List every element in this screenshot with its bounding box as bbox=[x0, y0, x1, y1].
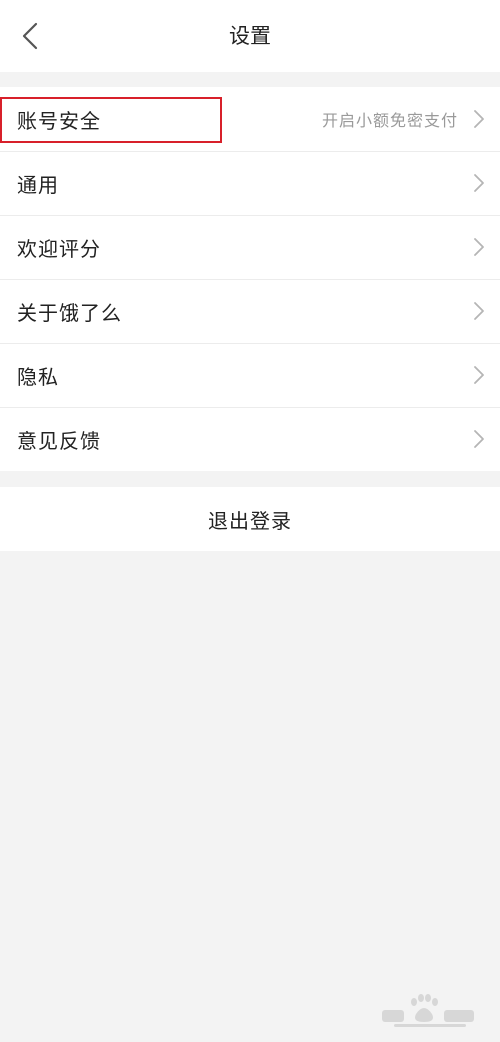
menu-item-privacy[interactable]: 隐私 bbox=[0, 343, 500, 407]
menu-item-label: 账号安全 bbox=[17, 108, 101, 133]
settings-menu: 账号安全 开启小额免密支付 通用 欢迎评分 关于饿了么 隐私 意见反馈 bbox=[0, 87, 500, 471]
chevron-right-icon bbox=[472, 365, 486, 385]
baidu-paw-logo bbox=[382, 994, 474, 1027]
menu-item-rate-app[interactable]: 欢迎评分 bbox=[0, 215, 500, 279]
chevron-right-icon bbox=[472, 301, 486, 321]
menu-item-label: 关于饿了么 bbox=[17, 300, 122, 325]
menu-item-hint: 开启小额免密支付 bbox=[321, 111, 458, 130]
menu-item-label: 隐私 bbox=[17, 364, 59, 389]
page-title: 设置 bbox=[229, 24, 271, 48]
menu-item-label: 意见反馈 bbox=[17, 428, 101, 453]
chevron-right-icon bbox=[472, 109, 486, 129]
menu-item-label: 通用 bbox=[17, 172, 59, 197]
menu-item-about[interactable]: 关于饿了么 bbox=[0, 279, 500, 343]
chevron-right-icon bbox=[472, 237, 486, 257]
logout-button[interactable]: 退出登录 bbox=[0, 487, 500, 551]
chevron-right-icon bbox=[472, 429, 486, 449]
chevron-right-icon bbox=[472, 173, 486, 193]
top-nav-bar: 设置 bbox=[0, 0, 500, 72]
menu-item-label: 欢迎评分 bbox=[17, 236, 101, 261]
menu-item-feedback[interactable]: 意见反馈 bbox=[0, 407, 500, 471]
menu-item-account-security[interactable]: 账号安全 开启小额免密支付 bbox=[0, 87, 500, 151]
menu-item-general[interactable]: 通用 bbox=[0, 151, 500, 215]
